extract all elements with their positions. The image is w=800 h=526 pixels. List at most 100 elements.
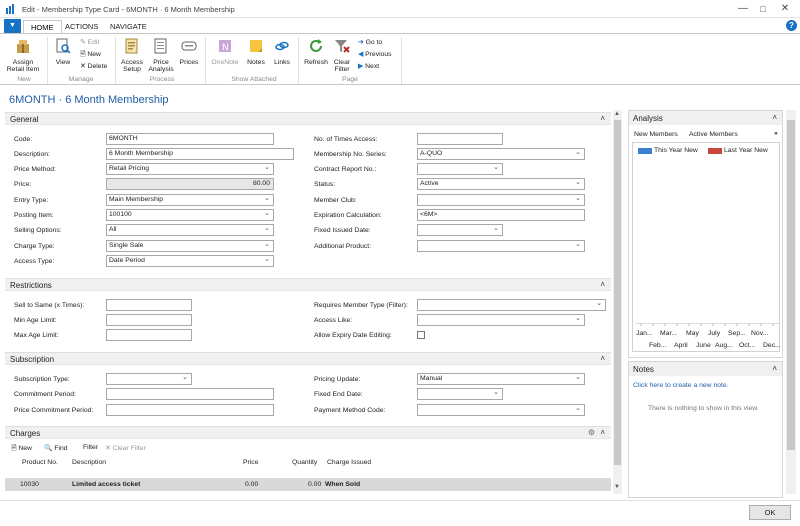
collapse-icon[interactable]: ˄ xyxy=(772,113,777,122)
requires-member-type-select[interactable]: ⌄ xyxy=(417,299,606,311)
table-row[interactable]: 10030 Limited access ticket 0.00 0.00 Wh… xyxy=(5,478,611,491)
month-label: Mar... xyxy=(660,330,677,337)
scroll-down-icon[interactable]: ▼ xyxy=(614,484,620,490)
more-tabs-icon[interactable]: » xyxy=(774,130,778,137)
collapse-icon[interactable]: ˄ xyxy=(600,114,605,123)
footer xyxy=(0,500,800,526)
fixed-end-date-select[interactable]: ⌄ xyxy=(417,388,503,400)
refresh-button[interactable]: Refresh xyxy=(303,38,329,66)
access-type-select[interactable]: Date Period ⌄ xyxy=(106,255,274,267)
member-club-select[interactable]: ⌄ xyxy=(417,194,585,206)
access-like-select[interactable]: ⌄ xyxy=(417,314,585,326)
payment-method-select[interactable]: ⌄ xyxy=(417,404,585,416)
additional-product-select[interactable]: ⌄ xyxy=(417,240,585,252)
new-button[interactable]: 🗎 New xyxy=(80,50,101,61)
notes-button[interactable]: Notes xyxy=(244,38,268,66)
onenote-button[interactable]: N OneNote xyxy=(210,38,240,66)
membership-series-label: Membership No. Series: xyxy=(314,151,387,158)
tab-actions[interactable]: ACTIONS xyxy=(58,20,105,34)
prices-button[interactable]: Prices xyxy=(178,38,200,66)
description-field[interactable]: 6 Month Membership xyxy=(106,148,294,160)
chevron-down-icon: ⌄ xyxy=(575,241,581,248)
section-charges-header[interactable]: Charges ⚙ ˄ xyxy=(5,426,611,439)
charges-filter-button[interactable]: Filter xyxy=(83,444,98,451)
chevron-down-icon: ⌄ xyxy=(264,256,270,263)
minimize-button[interactable]: — xyxy=(734,3,752,15)
price-commitment-field[interactable] xyxy=(106,404,274,416)
col-price[interactable]: Price xyxy=(243,459,259,466)
pricing-update-select[interactable]: Manual ⌄ xyxy=(417,373,585,385)
main-scrollbar-thumb[interactable] xyxy=(614,120,621,465)
month-label: June xyxy=(696,342,711,349)
new-doc-icon: 🗎 xyxy=(80,51,86,58)
entry-type-label: Entry Type: xyxy=(14,197,49,204)
collapse-icon[interactable]: ˄ xyxy=(600,428,605,437)
col-product-no[interactable]: Product No. xyxy=(22,459,58,466)
code-field[interactable]: 6MONTH xyxy=(106,133,274,145)
view-button[interactable]: View xyxy=(53,38,73,66)
code-label: Code: xyxy=(14,136,33,143)
analysis-header[interactable]: Analysis ˄ xyxy=(629,111,782,125)
charges-clear-filter-button[interactable]: ✕ Clear Filter xyxy=(105,444,146,452)
price-analysis-button[interactable]: Price Analysis xyxy=(147,38,175,74)
factbox-scrollbar-thumb[interactable] xyxy=(787,120,795,450)
tab-active-members[interactable]: Active Members xyxy=(689,131,738,138)
tab-new-members[interactable]: New Members xyxy=(634,131,678,138)
ok-button[interactable]: OK xyxy=(749,505,791,520)
posting-item-select[interactable]: 100100 ⌄ xyxy=(106,209,274,221)
links-button[interactable]: Links xyxy=(271,38,293,66)
collapse-icon[interactable]: ˄ xyxy=(772,364,777,373)
membership-series-select[interactable]: A-QUO ⌄ xyxy=(417,148,585,160)
max-age-field[interactable] xyxy=(106,329,192,341)
access-setup-button[interactable]: Access Setup xyxy=(120,38,144,74)
scroll-up-icon[interactable]: ▲ xyxy=(614,111,620,117)
section-subscription-header[interactable]: Subscription ˄ xyxy=(5,352,611,365)
price-method-select[interactable]: Retail Pricing ⌄ xyxy=(106,163,274,175)
fixed-issued-date-select[interactable]: ⌄ xyxy=(417,224,503,236)
notes-header[interactable]: Notes ˄ xyxy=(629,362,782,376)
commitment-period-field[interactable] xyxy=(106,388,274,400)
payment-method-label: Payment Method Code: xyxy=(314,407,386,414)
contract-report-select[interactable]: ⌄ xyxy=(417,163,503,175)
collapse-icon[interactable]: ˄ xyxy=(600,354,605,363)
goto-button[interactable]: ➜ Go to xyxy=(358,38,382,46)
binoculars-icon: 🔍 xyxy=(44,445,53,452)
selling-options-select[interactable]: All ⌄ xyxy=(106,224,274,236)
create-note-link[interactable]: Click here to create a new note. xyxy=(633,382,729,389)
entry-type-select[interactable]: Main Membership ⌄ xyxy=(106,194,274,206)
notes-label: Notes xyxy=(247,58,265,66)
maximize-button[interactable]: □ xyxy=(754,3,772,15)
section-restrictions-header[interactable]: Restrictions ˄ xyxy=(5,278,611,291)
collapse-icon[interactable]: ˄ xyxy=(600,280,605,289)
clear-filter-button[interactable]: Clear Filter xyxy=(331,38,353,74)
section-general-header[interactable]: General ˄ xyxy=(5,112,611,125)
expiration-calc-field[interactable]: <6M> xyxy=(417,209,585,221)
help-icon[interactable]: ? xyxy=(786,20,797,31)
main-content: General ˄ Code: 6MONTH Description: 6 Mo… xyxy=(5,110,613,494)
charges-find-button[interactable]: 🔍 Find xyxy=(44,444,68,452)
app-menu-button[interactable]: ▼ xyxy=(4,19,21,33)
charges-new-button[interactable]: 🗎 New xyxy=(11,444,32,455)
close-button[interactable]: ✕ xyxy=(776,3,794,15)
min-age-field[interactable] xyxy=(106,314,192,326)
next-button[interactable]: ▶ Next xyxy=(358,62,379,70)
status-select[interactable]: Active ⌄ xyxy=(417,178,585,190)
chevron-down-icon: ⌄ xyxy=(575,405,581,412)
assign-retail-item-button[interactable]: Assign Retail Item xyxy=(6,38,40,74)
edit-button[interactable]: ✎ Edit xyxy=(80,38,99,46)
tab-home[interactable]: HOME xyxy=(23,20,62,34)
cell-quantity: 0.00 xyxy=(308,481,322,488)
delete-button[interactable]: ✕ Delete xyxy=(80,62,107,70)
charge-type-select[interactable]: Single Sale ⌄ xyxy=(106,240,274,252)
col-charge-issued[interactable]: Charge Issued xyxy=(327,459,371,466)
chevron-down-icon: ⌄ xyxy=(575,195,581,202)
tab-navigate[interactable]: NAVIGATE xyxy=(103,20,154,34)
settings-icon[interactable]: ⚙ xyxy=(588,428,595,437)
previous-button[interactable]: ◀ Previous xyxy=(358,50,392,58)
col-description[interactable]: Description xyxy=(72,459,106,466)
sell-to-same-field[interactable] xyxy=(106,299,192,311)
allow-expiry-checkbox[interactable] xyxy=(417,331,425,339)
times-access-field[interactable] xyxy=(417,133,503,145)
subscription-type-select[interactable]: ⌄ xyxy=(106,373,192,385)
col-quantity[interactable]: Quantity xyxy=(292,459,317,466)
